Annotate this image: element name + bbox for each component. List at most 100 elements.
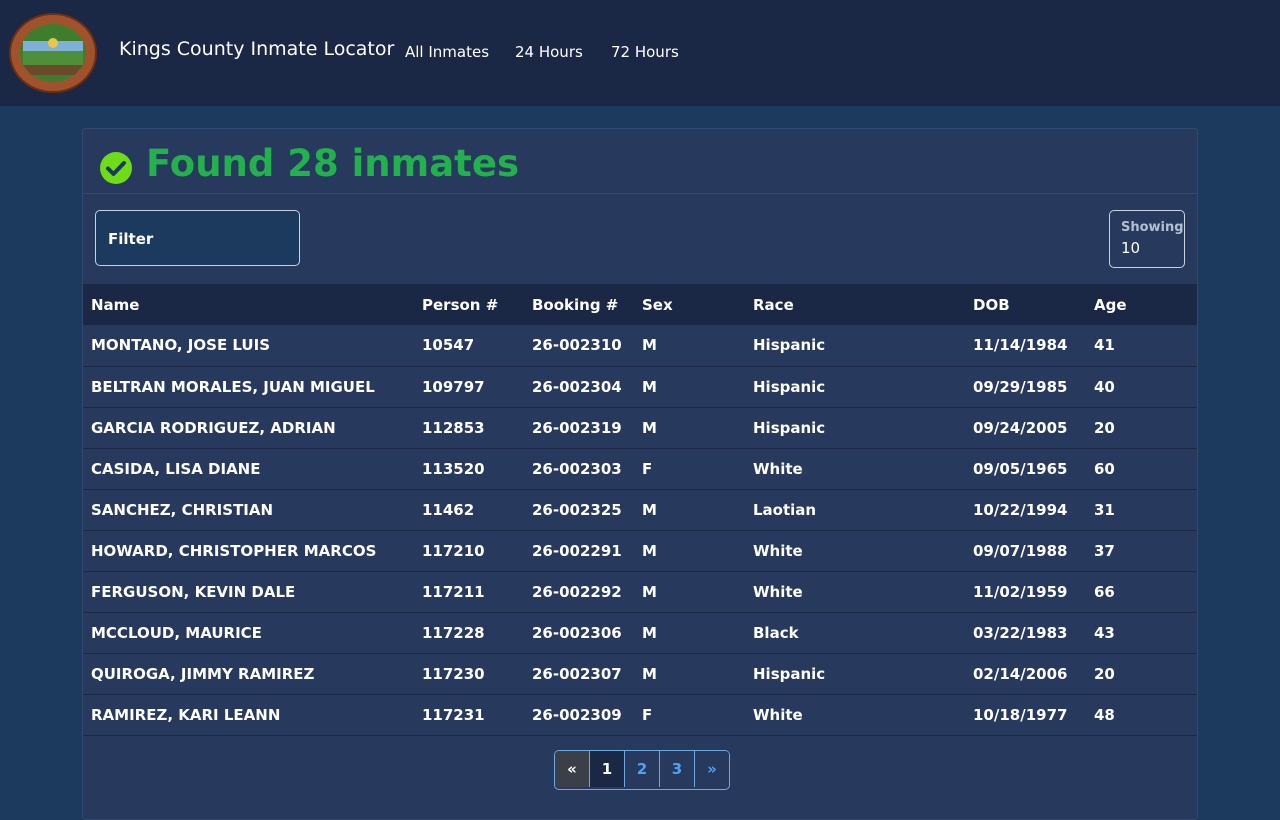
cell-name: BELTRAN MORALES, JUAN MIGUEL	[91, 377, 375, 396]
table-row[interactable]: MONTANO, JOSE LUIS 10547 26-002310 M His…	[83, 325, 1197, 366]
cell-race: White	[753, 582, 803, 601]
cell-sex: M	[642, 418, 657, 437]
column-header-race[interactable]: Race	[745, 284, 965, 325]
showing-select[interactable]: Showing 10	[1109, 210, 1185, 268]
cell-race: White	[753, 459, 803, 478]
column-header-sex[interactable]: Sex	[634, 284, 745, 325]
pagination-next-button[interactable]: »	[695, 751, 729, 787]
cell-sex: F	[642, 705, 653, 724]
cell-booking-number: 26-002319	[532, 418, 622, 437]
cell-person-number: 117231	[422, 705, 485, 724]
cell-age: 20	[1094, 664, 1115, 683]
app-brand-title[interactable]: Kings County Inmate Locator	[119, 38, 394, 60]
cell-dob: 11/14/1984	[973, 336, 1068, 355]
table-row[interactable]: HOWARD, CHRISTOPHER MARCOS 117210 26-002…	[83, 530, 1197, 571]
cell-person-number: 117228	[422, 623, 485, 642]
cell-race: Black	[753, 623, 799, 642]
table-row[interactable]: GARCIA RODRIGUEZ, ADRIAN 112853 26-00231…	[83, 407, 1197, 448]
pagination-prev-button[interactable]: «	[555, 751, 590, 787]
cell-sex: F	[642, 459, 653, 478]
cell-dob: 10/18/1977	[973, 705, 1068, 724]
pagination-page-2[interactable]: 2	[625, 751, 660, 787]
cell-age: 20	[1094, 418, 1115, 437]
column-header-age[interactable]: Age	[1086, 284, 1197, 325]
cell-race: Hispanic	[753, 377, 826, 396]
cell-dob: 03/22/1983	[973, 623, 1068, 642]
cell-dob: 02/14/2006	[973, 664, 1068, 683]
cell-race: Laotian	[753, 500, 817, 519]
county-seal-logo[interactable]	[9, 13, 97, 93]
table-row[interactable]: FERGUSON, KEVIN DALE 117211 26-002292 M …	[83, 571, 1197, 612]
column-header-dob[interactable]: DOB	[965, 284, 1086, 325]
cell-name: FERGUSON, KEVIN DALE	[91, 582, 296, 601]
cell-person-number: 117211	[422, 582, 485, 601]
cell-booking-number: 26-002309	[532, 705, 622, 724]
cell-name: SANCHEZ, CHRISTIAN	[91, 500, 274, 519]
cell-dob: 11/02/1959	[973, 582, 1068, 601]
pagination-page-3[interactable]: 3	[660, 751, 695, 787]
cell-age: 48	[1094, 705, 1115, 724]
column-header-name[interactable]: Name	[83, 284, 414, 325]
navbar: Kings County Inmate Locator All Inmates …	[0, 0, 1280, 106]
pagination-page-1[interactable]: 1	[590, 751, 625, 787]
column-header-person-number[interactable]: Person #	[414, 284, 524, 325]
cell-person-number: 113520	[422, 459, 485, 478]
nav-link-all-inmates[interactable]: All Inmates	[405, 43, 489, 61]
cell-sex: M	[642, 623, 657, 642]
cell-age: 66	[1094, 582, 1115, 601]
cell-name: MONTANO, JOSE LUIS	[91, 336, 270, 355]
showing-label: Showing	[1121, 220, 1184, 235]
cell-age: 31	[1094, 500, 1115, 519]
nav-link-24-hours[interactable]: 24 Hours	[515, 43, 583, 61]
check-circle-icon	[100, 152, 132, 184]
cell-person-number: 109797	[422, 377, 485, 396]
table-row[interactable]: SANCHEZ, CHRISTIAN 11462 26-002325 M Lao…	[83, 489, 1197, 530]
cell-name: MCCLOUD, MAURICE	[91, 623, 262, 642]
cell-booking-number: 26-002307	[532, 664, 622, 683]
cell-name: CASIDA, LISA DIANE	[91, 459, 261, 478]
cell-age: 43	[1094, 623, 1115, 642]
results-card: Found 28 inmates Filter Showing 10 Name …	[82, 128, 1198, 820]
cell-race: Hispanic	[753, 664, 826, 683]
cell-age: 41	[1094, 336, 1115, 355]
cell-booking-number: 26-002304	[532, 377, 622, 396]
cell-person-number: 112853	[422, 418, 485, 437]
cell-booking-number: 26-002325	[532, 500, 622, 519]
cell-person-number: 10547	[422, 336, 475, 355]
inmates-table: Name Person # Booking # Sex Race DOB Age…	[83, 284, 1197, 736]
cell-sex: M	[642, 377, 657, 396]
results-count-title: Found 28 inmates	[146, 142, 519, 185]
cell-race: Hispanic	[753, 336, 826, 355]
cell-name: QUIROGA, JIMMY RAMIREZ	[91, 664, 315, 683]
table-row[interactable]: CASIDA, LISA DIANE 113520 26-002303 F Wh…	[83, 448, 1197, 489]
cell-dob: 10/22/1994	[973, 500, 1068, 519]
table-row[interactable]: BELTRAN MORALES, JUAN MIGUEL 109797 26-0…	[83, 366, 1197, 407]
cell-name: RAMIREZ, KARI LEANN	[91, 705, 281, 724]
column-header-booking-number[interactable]: Booking #	[524, 284, 634, 325]
cell-sex: M	[642, 664, 657, 683]
table-row[interactable]: RAMIREZ, KARI LEANN 117231 26-002309 F W…	[83, 694, 1197, 735]
pagination: « 1 2 3 »	[554, 750, 730, 790]
cell-booking-number: 26-002310	[532, 336, 622, 355]
results-header: Found 28 inmates	[83, 129, 1197, 194]
cell-dob: 09/29/1985	[973, 377, 1068, 396]
table-row[interactable]: MCCLOUD, MAURICE 117228 26-002306 M Blac…	[83, 612, 1197, 653]
cell-booking-number: 26-002303	[532, 459, 622, 478]
cell-person-number: 117210	[422, 541, 485, 560]
cell-race: White	[753, 705, 803, 724]
cell-booking-number: 26-002291	[532, 541, 622, 560]
table-header-row: Name Person # Booking # Sex Race DOB Age	[83, 284, 1197, 325]
cell-dob: 09/24/2005	[973, 418, 1068, 437]
cell-age: 60	[1094, 459, 1115, 478]
filter-label: Filter	[108, 230, 154, 248]
cell-booking-number: 26-002306	[532, 623, 622, 642]
filter-input[interactable]: Filter	[95, 210, 300, 266]
cell-dob: 09/05/1965	[973, 459, 1068, 478]
table-row[interactable]: QUIROGA, JIMMY RAMIREZ 117230 26-002307 …	[83, 653, 1197, 694]
nav-link-72-hours[interactable]: 72 Hours	[611, 43, 679, 61]
cell-sex: M	[642, 336, 657, 355]
cell-dob: 09/07/1988	[973, 541, 1068, 560]
cell-name: GARCIA RODRIGUEZ, ADRIAN	[91, 418, 336, 437]
showing-value: 10	[1121, 239, 1141, 257]
cell-sex: M	[642, 500, 657, 519]
